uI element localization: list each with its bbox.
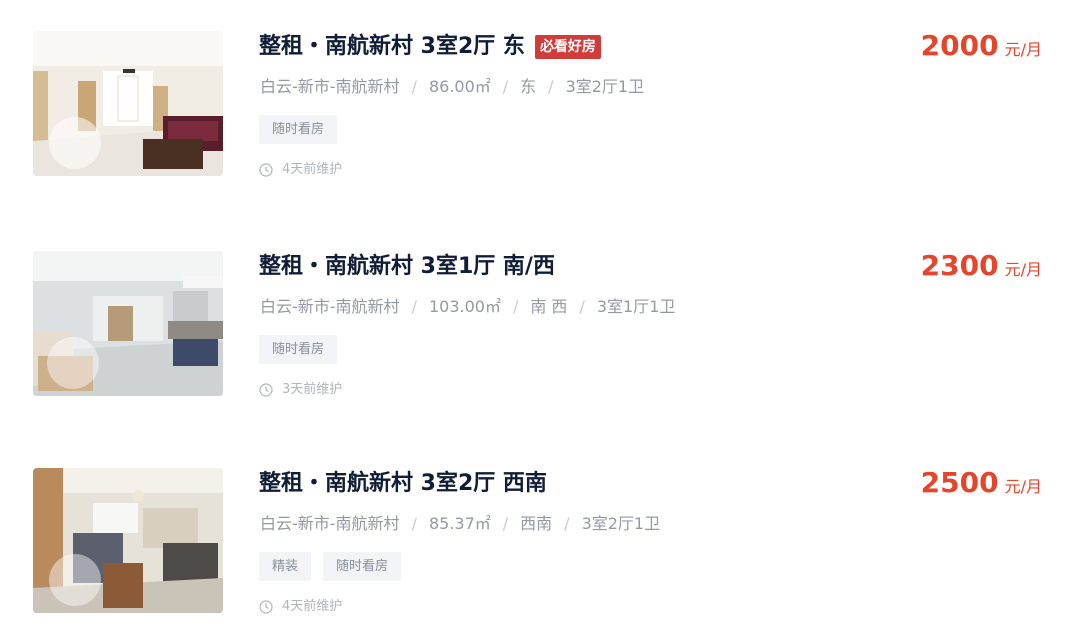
listing-district-link[interactable]: 白云-新市-南航新村 [260,297,400,316]
room-photo-living-room-icon [33,251,223,396]
listing-tag: 精装 [259,552,312,581]
listing-title[interactable]: 整租・南航新村 3室1厅 南/西 [259,252,555,282]
separator: / [564,514,570,533]
listing-layout: 3室2厅1卫 [565,77,645,96]
listing-district-link[interactable]: 白云-新市-南航新村 [260,77,400,96]
listing-area: 86.00㎡ [428,77,491,96]
clock-icon [259,600,273,614]
separator: / [411,297,417,316]
clock-icon [259,163,273,177]
listing-list: 整租・南航新村 3室2厅 东 必看好房 白云-新市-南航新村 / 86.00㎡ / 东 /… [0,0,1080,636]
listing-layout: 3室2厅1卫 [581,514,661,533]
maintenance-text: 3天前维护 [282,382,343,397]
listing-area: 103.00㎡ [428,297,501,316]
listing-tags: 随时看房 [259,335,349,364]
listing-description: 白云-新市-南航新村 / 85.37㎡ / 西南 / 3室2厅1卫 [260,512,660,536]
maintenance-text: 4天前维护 [282,599,343,614]
room-photo-living-room-icon [33,31,223,176]
listing-thumbnail[interactable] [33,31,223,176]
maintenance-text: 4天前维护 [282,162,343,177]
price-unit: 元/月 [1004,477,1042,496]
price-value: 2300 [920,249,999,282]
listing-area: 85.37㎡ [428,514,491,533]
listing-item[interactable]: 整租・南航新村 3室2厅 东 必看好房 白云-新市-南航新村 / 86.00㎡ / 东 /… [0,30,1080,180]
price-value: 2000 [920,29,999,62]
listing-price: 2500 元/月 [921,467,1042,499]
listing-orientation: 南 西 [530,297,568,316]
separator: / [411,514,417,533]
price-value: 2500 [920,466,999,499]
separator: / [411,77,417,96]
price-unit: 元/月 [1004,260,1042,279]
listing-tag: 随时看房 [323,552,402,581]
listing-description: 白云-新市-南航新村 / 103.00㎡ / 南 西 / 3室1厅1卫 [260,295,675,319]
room-photo-living-room-icon [33,468,223,613]
separator: / [502,77,509,96]
separator: / [548,77,554,96]
separator: / [512,297,519,316]
clock-icon [259,383,273,397]
separator: / [502,514,509,533]
maintenance-time: 4天前维护 [259,160,342,180]
listing-orientation: 西南 [520,514,553,533]
listing-title[interactable]: 整租・南航新村 3室2厅 西南 [259,469,547,499]
listing-item[interactable]: 整租・南航新村 3室1厅 南/西 白云-新市-南航新村 / 103.00㎡ / 南 西 /… [0,250,1080,400]
maintenance-time: 4天前维护 [259,597,342,617]
listing-title-link[interactable]: 整租・南航新村 3室1厅 南/西 [259,252,555,282]
listing-title-link[interactable]: 整租・南航新村 3室2厅 东 必看好房 [259,32,601,62]
listing-description: 白云-新市-南航新村 / 86.00㎡ / 东 / 3室2厅1卫 [260,75,644,99]
must-see-badge: 必看好房 [534,35,601,59]
listing-title-link[interactable]: 整租・南航新村 3室2厅 西南 [259,469,547,499]
listing-tags: 随时看房 [259,115,349,144]
separator: / [579,297,585,316]
listing-item[interactable]: 整租・南航新村 3室2厅 西南 白云-新市-南航新村 / 85.37㎡ / 西南 / 3室2… [0,467,1080,617]
maintenance-time: 3天前维护 [259,380,342,400]
listing-price: 2000 元/月 [921,30,1042,62]
listing-price: 2300 元/月 [921,250,1042,282]
listing-tag: 随时看房 [259,115,338,144]
listing-tag: 随时看房 [259,335,338,364]
listing-orientation: 东 [520,77,537,96]
listing-tags: 精装 随时看房 [259,552,413,581]
listing-layout: 3室1厅1卫 [596,297,676,316]
listing-thumbnail[interactable] [33,468,223,613]
listing-district-link[interactable]: 白云-新市-南航新村 [260,514,400,533]
listing-title[interactable]: 整租・南航新村 3室2厅 东 [259,32,525,62]
price-unit: 元/月 [1004,40,1042,59]
listing-thumbnail[interactable] [33,251,223,396]
